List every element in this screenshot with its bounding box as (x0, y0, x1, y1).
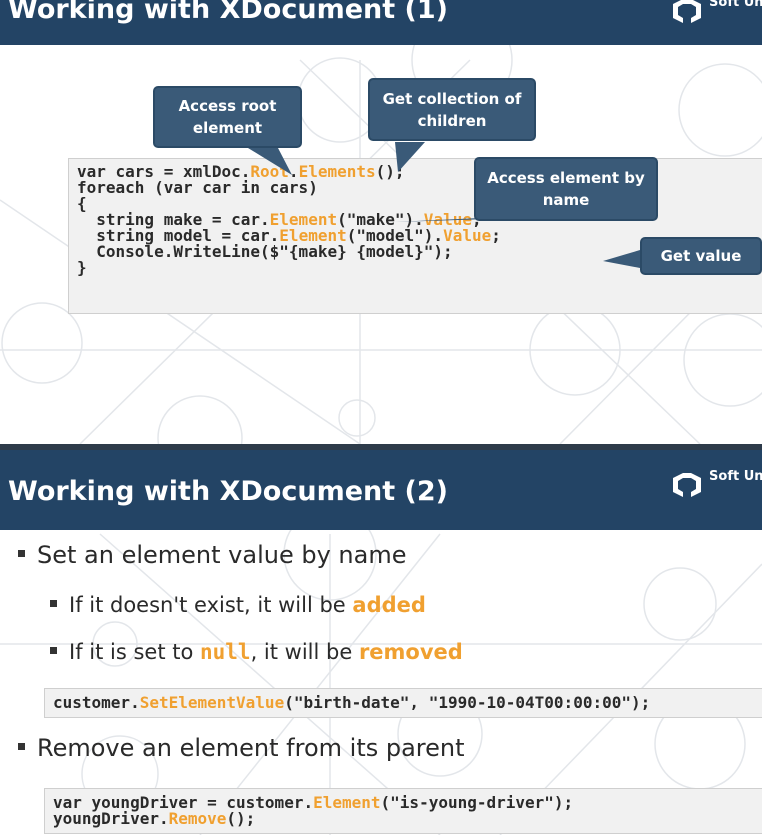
softuni-logo: Soft Uni (669, 470, 762, 500)
callout-children: Get collection of children (368, 78, 536, 141)
sub-bullet-removed: If it is set to null, it will be removed (50, 640, 463, 664)
code-line: customer.SetElementValue("birth-date", "… (53, 693, 651, 712)
code-remove-element: var youngDriver = customer.Element("is-y… (44, 788, 762, 834)
logo-text: Soft Uni (709, 469, 762, 484)
bullet-icon (50, 646, 57, 654)
bullet-remove-element: Remove an element from its parent (18, 734, 465, 762)
pointer-root (248, 148, 292, 175)
callout-pointers (248, 142, 640, 268)
slide-header: Working with XDocument (2) Soft Uni (0, 450, 762, 530)
slide-2: Working with XDocument (2) Soft Uni Set … (0, 444, 762, 835)
bullet-icon (18, 549, 25, 557)
slide-1: Working with XDocument (1) Soft Uni var … (0, 0, 762, 444)
pointer-children (395, 142, 425, 172)
bullet-set-element-value: Set an element value by name (18, 541, 407, 569)
callout-by-name: Access element by name (474, 157, 658, 221)
code-set-element-value: customer.SetElementValue("birth-date", "… (44, 688, 762, 718)
pointer-value (603, 250, 640, 268)
bullet-icon (50, 599, 57, 607)
slide-title: Working with XDocument (2) (8, 476, 449, 507)
softuni-logo-icon (673, 473, 702, 497)
code-line: youngDriver.Remove(); (53, 809, 256, 828)
bullet-icon (18, 742, 25, 750)
sub-bullet-added: If it doesn't exist, it will be added (50, 593, 426, 617)
callout-value: Get value (640, 237, 762, 275)
callout-root: Access root element (153, 86, 302, 148)
